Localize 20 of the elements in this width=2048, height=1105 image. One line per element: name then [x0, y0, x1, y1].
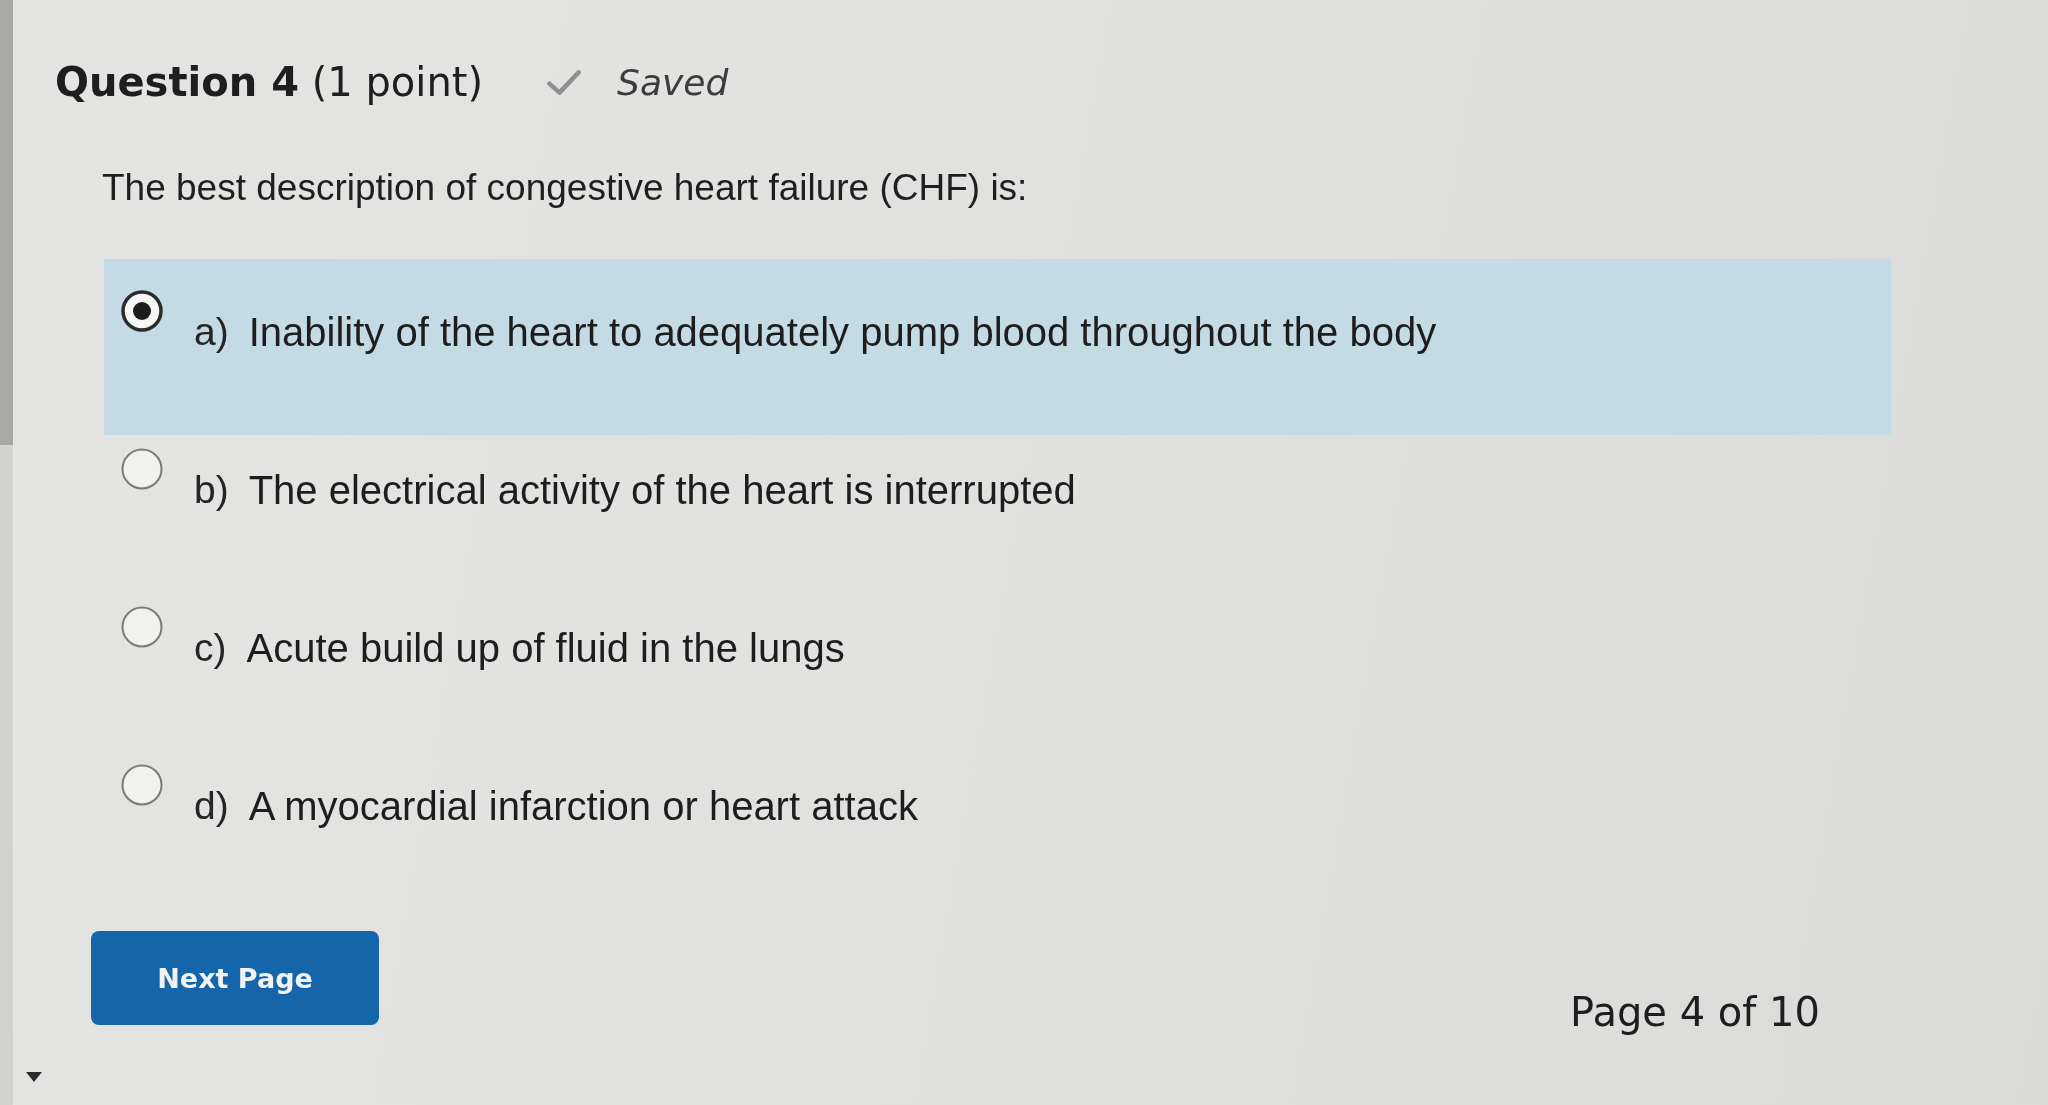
option-text[interactable]: The electrical activity of the heart is interrupted — [248, 467, 1076, 513]
radio-button[interactable] — [120, 605, 164, 649]
option-text[interactable]: Inability of the heart to adequately pump blood throughout the body — [248, 309, 1437, 355]
option-letter: c) — [194, 625, 227, 671]
radio-button[interactable] — [120, 763, 164, 807]
caret-icon[interactable] — [26, 1072, 42, 1082]
check-icon — [547, 68, 582, 96]
radio-button[interactable] — [120, 447, 164, 491]
option-text[interactable]: Acute build up of fluid in the lungs — [246, 625, 845, 671]
page-indicator: Page 4 of 10 — [1570, 989, 1820, 1035]
option-letter: a) — [194, 309, 229, 355]
question-title: Question 4 (1 point) — [55, 59, 484, 105]
radio-button[interactable] — [120, 289, 164, 333]
question-text: The best description of congestive heart failure (CHF) is: — [102, 166, 1028, 210]
option-letter: d) — [194, 783, 229, 829]
option-text[interactable]: A myocardial infarction or heart attack — [248, 783, 918, 829]
next-page-button[interactable]: Next Page — [91, 931, 379, 1025]
selected-answer-row[interactable]: a) Inability of the heart to adequately pump blood throughout the body — [104, 259, 1891, 435]
saved-status: Saved — [617, 61, 729, 103]
option-letter: b) — [194, 467, 229, 513]
